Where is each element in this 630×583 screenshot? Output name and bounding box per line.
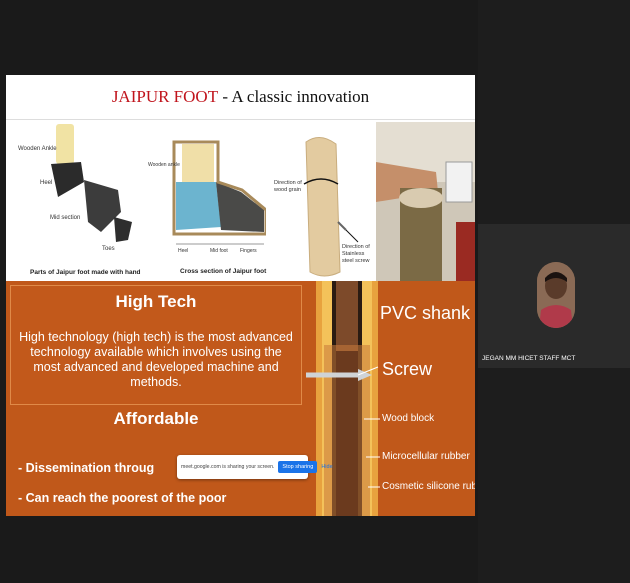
shared-slide: JAIPUR FOOT - A classic innovation Woode… xyxy=(6,75,475,516)
cross-section-caption: Cross section of Jaipur foot xyxy=(180,268,267,275)
meeting-window: JAIPUR FOOT - A classic innovation Woode… xyxy=(0,0,630,583)
hide-banner-button[interactable]: Hide xyxy=(321,464,332,470)
label-cs-wooden-ankle: Wooden ankle xyxy=(148,162,180,168)
wood-block-image: Direction of wood grain Direction of Sta… xyxy=(266,122,376,281)
participant-name: JEGAN MM HICET STAFF MCT xyxy=(482,355,576,362)
person-illustration xyxy=(537,262,575,328)
slide-title-rest: - A classic innovation xyxy=(218,87,370,106)
label-pvc-shank: PVC shank xyxy=(380,303,471,323)
label-cs-mid-foot: Mid foot xyxy=(210,248,228,254)
bullet-poorest: - Can reach the poorest of the poor xyxy=(18,491,227,505)
label-heel: Heel xyxy=(40,180,53,186)
bullet-dissemination: - Dissemination throug xyxy=(18,461,155,475)
shank-diagram: PVC shank Screw Wood block Microcellular… xyxy=(306,281,475,516)
label-cs-fingers: Fingers xyxy=(240,248,257,254)
cross-section-illustration xyxy=(172,140,268,245)
content-section: High Tech High technology (high tech) is… xyxy=(6,281,475,516)
presentation-stage: JAIPUR FOOT - A classic innovation Woode… xyxy=(0,0,478,583)
participant-tile[interactable]: JEGAN MM HICET STAFF MCT xyxy=(478,224,630,368)
images-row: Wooden Ankle Heel Mid section Toes Parts… xyxy=(6,122,475,281)
label-steel-screw: Direction of Stainless steel screw xyxy=(342,244,370,264)
label-screw: Screw xyxy=(382,359,433,379)
stop-sharing-button[interactable]: Stop sharing xyxy=(278,461,318,473)
affordable-heading: Affordable xyxy=(113,409,199,428)
slide-title: JAIPUR FOOT - A classic innovation xyxy=(6,75,475,120)
parts-caption: Parts of Jaipur foot made with hand xyxy=(30,269,141,276)
participant-video xyxy=(537,262,575,328)
high-tech-heading: High Tech xyxy=(115,292,197,311)
label-wood-block: Wood block xyxy=(382,413,435,424)
foot-photo-illustration xyxy=(376,122,475,281)
share-message: meet.google.com is sharing your screen. xyxy=(181,464,275,470)
screen-share-banner: meet.google.com is sharing your screen. … xyxy=(177,455,333,479)
cross-section-image: Wooden ankle Heel Mid foot Fingers Cross… xyxy=(146,122,268,281)
label-wood-grain: Direction of wood grain xyxy=(274,180,302,193)
label-cosmetic-rubber: Cosmetic silicone rubber xyxy=(382,481,475,492)
high-tech-box: High Tech High technology (high tech) is… xyxy=(10,285,302,405)
label-microcellular-rubber: Microcellular rubber xyxy=(382,451,470,462)
label-toes: Toes xyxy=(102,246,115,252)
label-cs-heel: Heel xyxy=(178,248,189,254)
parts-image: Wooden Ankle Heel Mid section Toes Parts… xyxy=(6,122,146,281)
label-wooden-ankle: Wooden Ankle xyxy=(18,146,57,152)
slide-title-highlight: JAIPUR FOOT xyxy=(111,87,219,106)
high-tech-body: High technology (high tech) is the most … xyxy=(19,330,293,389)
foot-photo xyxy=(376,122,475,281)
label-mid-section: Mid section xyxy=(50,215,81,221)
text-column: High Tech High technology (high tech) is… xyxy=(6,281,306,516)
